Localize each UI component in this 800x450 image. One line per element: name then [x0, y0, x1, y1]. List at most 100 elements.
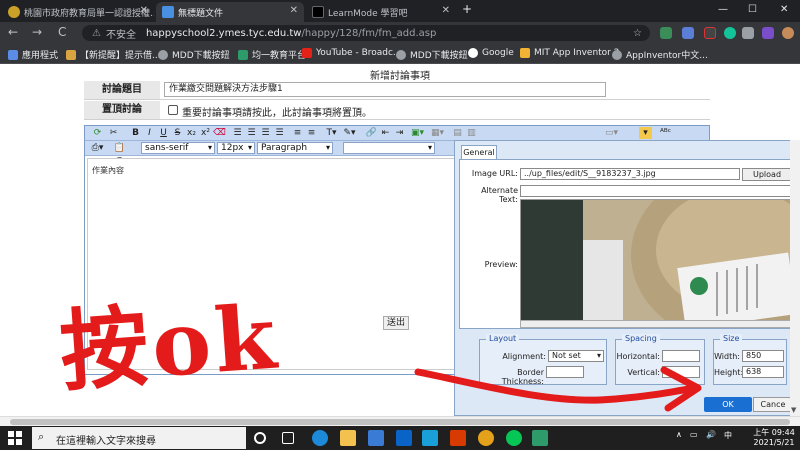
bookmark-youtube[interactable]: YouTube - Broadc...: [302, 48, 402, 58]
clear-format-icon[interactable]: ⌫: [213, 127, 226, 139]
insert-column-icon[interactable]: ▥: [465, 127, 478, 139]
ok-button[interactable]: OK: [704, 397, 752, 412]
bookmark-mdd-2[interactable]: MDD下載按鈕: [396, 48, 468, 61]
indent-icon[interactable]: ⇥: [393, 127, 406, 139]
block-format-select[interactable]: Paragraph ▾: [257, 142, 333, 154]
subscript-button[interactable]: x₂: [185, 127, 198, 139]
underline-button[interactable]: U: [157, 127, 170, 139]
align-right-icon[interactable]: ☰: [259, 127, 272, 139]
italic-button[interactable]: I: [143, 127, 156, 139]
spellcheck-icon[interactable]: ᴬᴮᶜ: [659, 127, 672, 139]
taskbar-search[interactable]: ⌕ 在這裡輸入文字來搜尋: [32, 427, 246, 449]
ime-indicator[interactable]: 中: [724, 430, 732, 441]
windows-start-icon[interactable]: [8, 431, 22, 445]
ordered-list-icon[interactable]: ≡: [291, 127, 304, 139]
preview-scrollbar[interactable]: [520, 320, 792, 328]
alt-text-input[interactable]: [520, 185, 792, 197]
edge-icon[interactable]: [312, 430, 328, 446]
width-input[interactable]: 850: [742, 350, 784, 362]
system-clock[interactable]: 上午 09:44 2021/5/21: [752, 428, 796, 448]
chrome-icon[interactable]: [478, 430, 494, 446]
font-family-select[interactable]: sans-serif ▾: [141, 142, 215, 154]
pin-checkbox[interactable]: [168, 105, 178, 115]
reload-button[interactable]: C: [58, 25, 66, 39]
office-icon[interactable]: [450, 430, 466, 446]
address-bar[interactable]: ⚠ 不安全 happyschool2.ymes.tyc.edu.tw /happ…: [82, 25, 650, 41]
extension-translate-icon[interactable]: [682, 27, 694, 39]
topic-input[interactable]: 作業繳交問題解決方法步驟1: [164, 82, 606, 97]
task-view-icon[interactable]: [282, 432, 294, 444]
extensions-puzzle-icon[interactable]: [742, 27, 754, 39]
tray-chevron-icon[interactable]: ∧: [676, 430, 682, 439]
align-justify-icon[interactable]: ☰: [273, 127, 286, 139]
horizontal-spacing-input[interactable]: [662, 350, 700, 362]
tab-learnmode[interactable]: LearnMode 學習吧 ✕: [306, 2, 456, 22]
link-icon[interactable]: 🔗: [365, 127, 378, 139]
bookmark-mit-app-inventor[interactable]: MIT App Inventor 2: [520, 48, 619, 58]
line-icon[interactable]: [506, 430, 522, 446]
tab-tycg-auth[interactable]: 桃園市政府教育局單一認證授權... ✕: [2, 2, 154, 22]
font-size-select[interactable]: 12px ▾: [217, 142, 255, 154]
vertical-scrollbar[interactable]: ▼: [790, 140, 800, 416]
close-tab-icon[interactable]: ✕: [290, 5, 298, 16]
store-icon[interactable]: [368, 430, 384, 446]
cortana-icon[interactable]: [254, 432, 266, 444]
network-icon[interactable]: ▭: [690, 430, 698, 439]
height-input[interactable]: 638: [742, 366, 784, 378]
minimize-button[interactable]: —: [718, 4, 728, 15]
scroll-down-icon[interactable]: ▼: [791, 406, 796, 414]
font-color-icon[interactable]: T▾: [325, 127, 338, 139]
color-swatch-icon[interactable]: ▾: [639, 127, 652, 139]
close-window-button[interactable]: ✕: [780, 4, 788, 15]
file-explorer-icon[interactable]: [340, 430, 356, 446]
mail-icon[interactable]: [396, 430, 412, 446]
bookmark-junyi[interactable]: 均一教育平台: [238, 48, 306, 61]
horizontal-scrollbar[interactable]: [0, 416, 800, 426]
submit-button[interactable]: 送出: [383, 316, 409, 330]
border-thickness-input[interactable]: [546, 366, 584, 378]
extension-grammarly-icon[interactable]: [724, 27, 736, 39]
bookmark-apps[interactable]: 應用程式: [8, 48, 58, 61]
cut-icon[interactable]: ✂: [107, 127, 120, 139]
app-l-icon[interactable]: [422, 430, 438, 446]
insert-image-icon[interactable]: ▣▾: [411, 127, 424, 139]
strikethrough-button[interactable]: S: [171, 127, 184, 139]
highlight-icon[interactable]: ✎▾: [343, 127, 356, 139]
vertical-spacing-input[interactable]: [662, 366, 700, 378]
toggle-mode-icon[interactable]: ⟳: [91, 127, 104, 139]
align-center-icon[interactable]: ☰: [245, 127, 258, 139]
extension-badge-icon[interactable]: [704, 27, 716, 39]
insert-row-icon[interactable]: ▤: [451, 127, 464, 139]
bookmark-mdd-1[interactable]: MDD下載按鈕: [158, 48, 230, 61]
image-url-input[interactable]: ../up_files/edit/S__9183237_3.jpg: [520, 168, 740, 180]
close-tab-icon[interactable]: ✕: [442, 5, 450, 16]
align-left-icon[interactable]: ☰: [231, 127, 244, 139]
media-icon[interactable]: ▭▾: [605, 127, 618, 139]
close-tab-icon[interactable]: ✕: [140, 5, 148, 16]
tab-general[interactable]: General: [461, 145, 497, 159]
paste-icon[interactable]: 📋▾: [113, 142, 126, 165]
extension-shield-icon[interactable]: [660, 27, 672, 39]
cancel-button[interactable]: Cance: [753, 397, 793, 412]
unordered-list-icon[interactable]: ≡: [305, 127, 318, 139]
scroll-thumb[interactable]: [10, 419, 790, 425]
star-icon[interactable]: ☆: [633, 28, 642, 39]
app-green-icon[interactable]: [532, 430, 548, 446]
print-icon[interactable]: ⎙▾: [91, 142, 104, 154]
table-icon[interactable]: ▦▾: [431, 127, 444, 139]
back-button[interactable]: ←: [8, 25, 18, 39]
bookmark-google[interactable]: Google: [468, 48, 514, 58]
extension-music-icon[interactable]: [762, 27, 774, 39]
avatar[interactable]: [782, 27, 794, 39]
forward-button[interactable]: →: [32, 25, 42, 39]
style-select[interactable]: ▾: [343, 142, 435, 154]
bookmark-appinventor-zh[interactable]: AppInventor中文...: [612, 48, 708, 61]
maximize-button[interactable]: ☐: [748, 4, 757, 15]
bookmark-reminder[interactable]: 【新提醒】提示借...: [66, 48, 161, 61]
upload-button[interactable]: Upload: [742, 168, 792, 181]
bold-button[interactable]: B: [129, 127, 142, 139]
outdent-icon[interactable]: ⇤: [379, 127, 392, 139]
superscript-button[interactable]: x²: [199, 127, 212, 139]
tab-untitled-document[interactable]: 無標題文件 ✕: [156, 2, 304, 22]
new-tab-button[interactable]: +: [462, 2, 472, 16]
